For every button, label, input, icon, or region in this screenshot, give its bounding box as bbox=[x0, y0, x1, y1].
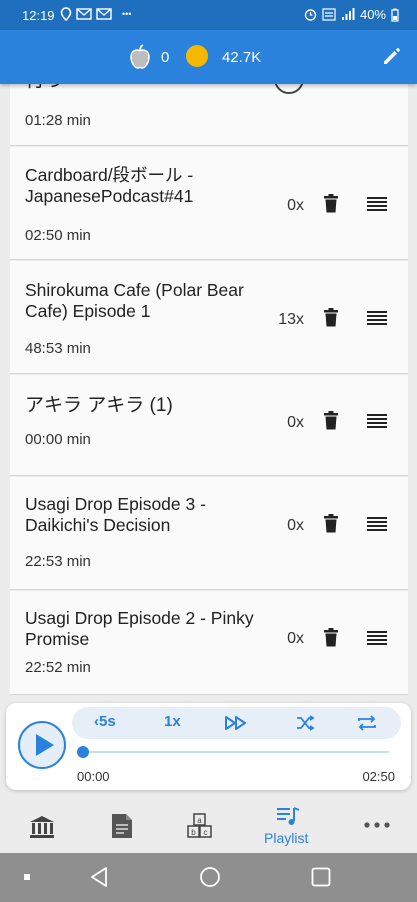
edit-pencil-icon[interactable] bbox=[381, 45, 403, 67]
list-item[interactable]: 行う 01:28 min bbox=[10, 84, 408, 146]
svg-text:b: b bbox=[191, 828, 196, 837]
playlist-list: 行う 01:28 min Cardboard/段ボール - JapanesePo… bbox=[10, 84, 408, 700]
signal-icon bbox=[341, 8, 355, 20]
progress-track[interactable] bbox=[83, 751, 389, 753]
episode-duration: 48:53 min bbox=[25, 340, 91, 357]
episode-duration: 22:52 min bbox=[25, 659, 91, 676]
status-bar: 12:19 ••• 40% bbox=[0, 0, 417, 30]
episode-title: アキラ アキラ (1) bbox=[25, 395, 173, 416]
rewind-button[interactable]: ‹5s bbox=[94, 713, 116, 730]
tab-playlist-label: Playlist bbox=[264, 830, 309, 846]
more-dots-icon bbox=[364, 822, 390, 828]
nav-dot-icon bbox=[24, 874, 30, 880]
drag-handle-icon[interactable] bbox=[367, 197, 387, 211]
alarm-icon bbox=[304, 9, 317, 21]
total-time: 02:50 bbox=[362, 769, 395, 784]
tab-vocab[interactable]: a b c bbox=[178, 797, 222, 853]
playlist-icon bbox=[277, 807, 300, 825]
play-icon bbox=[36, 734, 54, 756]
list-item[interactable]: Usagi Drop Episode 2 - Pinky Promise 22:… bbox=[10, 591, 408, 695]
battery-text: 40% bbox=[359, 7, 386, 22]
home-icon[interactable] bbox=[199, 866, 221, 888]
play-count: 0x bbox=[287, 414, 304, 431]
episode-title: Usagi Drop Episode 3 - Daikichi's Decisi… bbox=[25, 494, 206, 535]
play-count: 0x bbox=[287, 630, 304, 647]
tab-reader[interactable] bbox=[100, 797, 144, 853]
tab-more[interactable] bbox=[356, 797, 400, 853]
drag-handle-icon[interactable] bbox=[367, 414, 387, 428]
abc-blocks-icon: a b c bbox=[187, 813, 212, 838]
playback-controls: ‹5s 1x bbox=[72, 707, 401, 739]
episode-title: 行う bbox=[25, 84, 275, 91]
wifi-calling-icon bbox=[322, 8, 336, 21]
shuffle-icon[interactable] bbox=[295, 715, 315, 731]
recents-icon[interactable] bbox=[311, 867, 331, 887]
delete-icon[interactable] bbox=[323, 308, 339, 327]
coin-icon bbox=[186, 45, 208, 67]
list-item[interactable]: Cardboard/段ボール - JapanesePodcast#41 02:5… bbox=[10, 147, 408, 260]
apple-count: 0 bbox=[161, 49, 170, 66]
episode-title: Usagi Drop Episode 2 - Pinky Promise bbox=[25, 608, 254, 649]
document-icon bbox=[112, 814, 132, 838]
svg-text:c: c bbox=[204, 828, 208, 837]
tab-library[interactable] bbox=[20, 797, 64, 853]
system-navigation-bar bbox=[0, 853, 417, 902]
episode-title: Cardboard/段ボール - JapanesePodcast#41 bbox=[25, 165, 194, 206]
play-count: 0x bbox=[287, 197, 304, 214]
system-icons: 40% bbox=[304, 7, 399, 22]
list-item[interactable]: アキラ アキラ (1) 00:00 min 0x bbox=[10, 375, 408, 476]
audio-player: ‹5s 1x 00:00 02:50 bbox=[6, 703, 411, 790]
progress-knob[interactable] bbox=[77, 746, 89, 758]
list-item[interactable]: Usagi Drop Episode 3 - Daikichi's Decisi… bbox=[10, 477, 408, 590]
delete-icon[interactable] bbox=[323, 411, 339, 430]
repeat-icon[interactable] bbox=[355, 713, 379, 733]
delete-icon[interactable] bbox=[323, 194, 339, 213]
status-time: 12:19 bbox=[22, 8, 55, 23]
delete-icon[interactable] bbox=[323, 628, 339, 647]
episode-title: Shirokuma Cafe (Polar Bear Cafe) Episode… bbox=[25, 280, 244, 321]
delete-icon[interactable] bbox=[323, 514, 339, 533]
bank-icon bbox=[30, 816, 54, 838]
fast-forward-icon[interactable] bbox=[224, 715, 248, 731]
episode-duration: 02:50 min bbox=[25, 227, 91, 244]
current-time: 00:00 bbox=[77, 769, 110, 784]
episode-duration: 01:28 min bbox=[25, 112, 91, 129]
play-count: 13x bbox=[278, 311, 304, 328]
back-icon[interactable] bbox=[89, 866, 109, 888]
battery-icon bbox=[391, 8, 399, 22]
episode-duration: 22:53 min bbox=[25, 553, 91, 570]
drag-handle-icon[interactable] bbox=[367, 517, 387, 531]
play-count: 0x bbox=[287, 517, 304, 534]
more-notifications-icon: ••• bbox=[122, 9, 132, 19]
speed-button[interactable]: 1x bbox=[164, 713, 181, 730]
mail-icon-2 bbox=[96, 8, 112, 20]
apple-icon bbox=[130, 44, 150, 69]
location-icon bbox=[60, 7, 72, 21]
play-button[interactable] bbox=[18, 721, 66, 769]
mail-icon bbox=[76, 8, 92, 20]
episode-duration: 00:00 min bbox=[25, 431, 91, 448]
drag-handle-icon[interactable] bbox=[367, 311, 387, 325]
rewind-label: 5s bbox=[99, 713, 116, 730]
notification-icons: ••• bbox=[60, 7, 131, 21]
bottom-navigation: a b c Playlist bbox=[0, 797, 417, 853]
play-status-icon bbox=[274, 84, 304, 94]
svg-text:a: a bbox=[197, 816, 202, 825]
drag-handle-icon[interactable] bbox=[367, 631, 387, 645]
coin-count: 42.7K bbox=[222, 49, 262, 66]
list-item[interactable]: Shirokuma Cafe (Polar Bear Cafe) Episode… bbox=[10, 261, 408, 374]
app-header: 0 42.7K bbox=[0, 30, 417, 84]
